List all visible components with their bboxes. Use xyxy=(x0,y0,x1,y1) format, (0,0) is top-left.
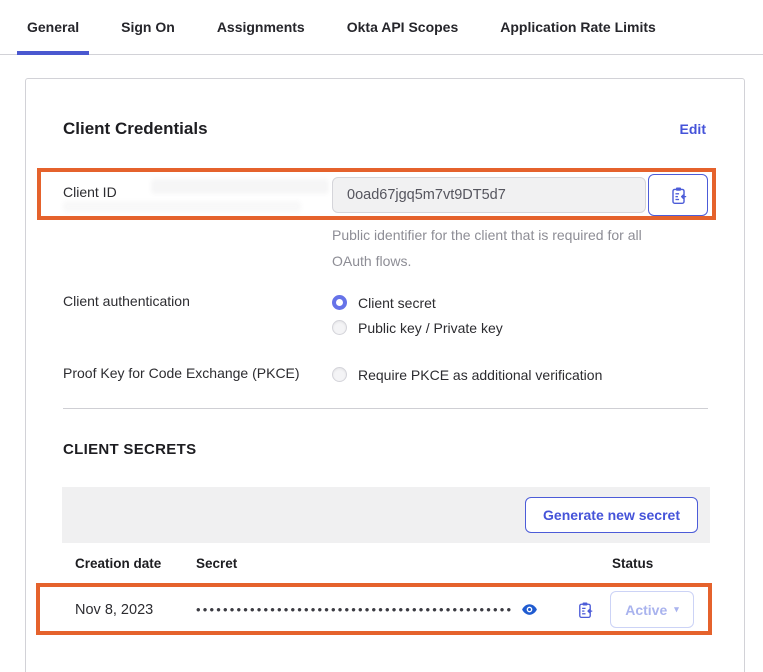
clipboard-copy-icon xyxy=(669,186,688,205)
status-dropdown-button[interactable]: Active ▾ xyxy=(610,591,694,628)
client-secrets-toolbar: Generate new secret xyxy=(62,487,710,543)
copy-client-id-button[interactable] xyxy=(648,174,708,216)
client-authentication-options: Client secret Public key / Private key xyxy=(332,290,503,340)
client-id-row: Client ID xyxy=(63,170,708,219)
option-client-secret-label: Client secret xyxy=(358,295,436,311)
tab-okta-api-scopes[interactable]: Okta API Scopes xyxy=(326,0,480,54)
masked-secret-value: ••••••••••••••••••••••••••••••••••••••••… xyxy=(196,602,513,617)
tab-general[interactable]: General xyxy=(6,0,100,54)
option-public-private-key-label: Public key / Private key xyxy=(358,320,503,336)
table-header-row: Creation date Secret Status xyxy=(62,543,710,585)
pkce-option: Require PKCE as additional verification xyxy=(332,362,602,387)
client-secrets-title: CLIENT SECRETS xyxy=(63,441,196,458)
option-require-pkce-label: Require PKCE as additional verification xyxy=(358,367,602,383)
secret-creation-date: Nov 8, 2023 xyxy=(75,602,196,618)
client-secrets-table: Creation date Secret Status Nov 8, 2023 … xyxy=(62,543,710,634)
tab-sign-on-label: Sign On xyxy=(121,19,175,35)
tab-assignments[interactable]: Assignments xyxy=(196,0,326,54)
client-id-input[interactable] xyxy=(332,177,646,213)
client-id-label: Client ID xyxy=(63,184,117,200)
blur-artifact xyxy=(151,179,329,194)
option-require-pkce[interactable]: Require PKCE as additional verification xyxy=(332,362,602,387)
copy-secret-button[interactable] xyxy=(576,601,594,619)
header-status: Status xyxy=(612,556,710,571)
header-secret: Secret xyxy=(196,556,612,571)
option-client-secret[interactable]: Client secret xyxy=(332,290,503,315)
tab-okta-api-scopes-label: Okta API Scopes xyxy=(347,19,459,35)
blur-artifact xyxy=(63,201,301,212)
option-public-private-key[interactable]: Public key / Private key xyxy=(332,315,503,340)
checkbox-unchecked-icon[interactable] xyxy=(332,367,347,382)
clipboard-copy-icon xyxy=(576,601,594,619)
tab-general-label: General xyxy=(27,19,79,35)
secret-cell: ••••••••••••••••••••••••••••••••••••••••… xyxy=(196,601,612,619)
header-creation-date: Creation date xyxy=(75,556,196,571)
status-badge: Active xyxy=(625,602,667,618)
tab-sign-on[interactable]: Sign On xyxy=(100,0,196,54)
edit-link[interactable]: Edit xyxy=(680,121,706,137)
status-cell: Active ▾ xyxy=(612,591,710,628)
tab-assignments-label: Assignments xyxy=(217,19,305,35)
table-row: Nov 8, 2023 ••••••••••••••••••••••••••••… xyxy=(62,585,710,634)
pkce-label: Proof Key for Code Exchange (PKCE) xyxy=(63,365,300,381)
section-divider xyxy=(63,408,708,409)
client-credentials-header: Client Credentials Edit xyxy=(63,119,706,139)
generate-new-secret-button[interactable]: Generate new secret xyxy=(525,497,698,533)
app-settings-screen: General Sign On Assignments Okta API Sco… xyxy=(0,0,763,672)
radio-unselected-icon[interactable] xyxy=(332,320,347,335)
tab-application-rate-limits[interactable]: Application Rate Limits xyxy=(479,0,677,54)
client-id-help-text: Public identifier for the client that is… xyxy=(332,222,684,274)
client-authentication-label: Client authentication xyxy=(63,293,190,309)
radio-selected-icon[interactable] xyxy=(332,295,347,310)
client-credentials-title: Client Credentials xyxy=(63,119,208,139)
reveal-secret-button[interactable] xyxy=(521,601,538,618)
eye-icon xyxy=(521,601,538,618)
general-settings-card: Client Credentials Edit Client ID xyxy=(25,78,745,672)
tab-application-rate-limits-label: Application Rate Limits xyxy=(500,19,656,35)
chevron-down-icon: ▾ xyxy=(674,605,679,614)
app-tabbar: General Sign On Assignments Okta API Sco… xyxy=(0,0,763,55)
